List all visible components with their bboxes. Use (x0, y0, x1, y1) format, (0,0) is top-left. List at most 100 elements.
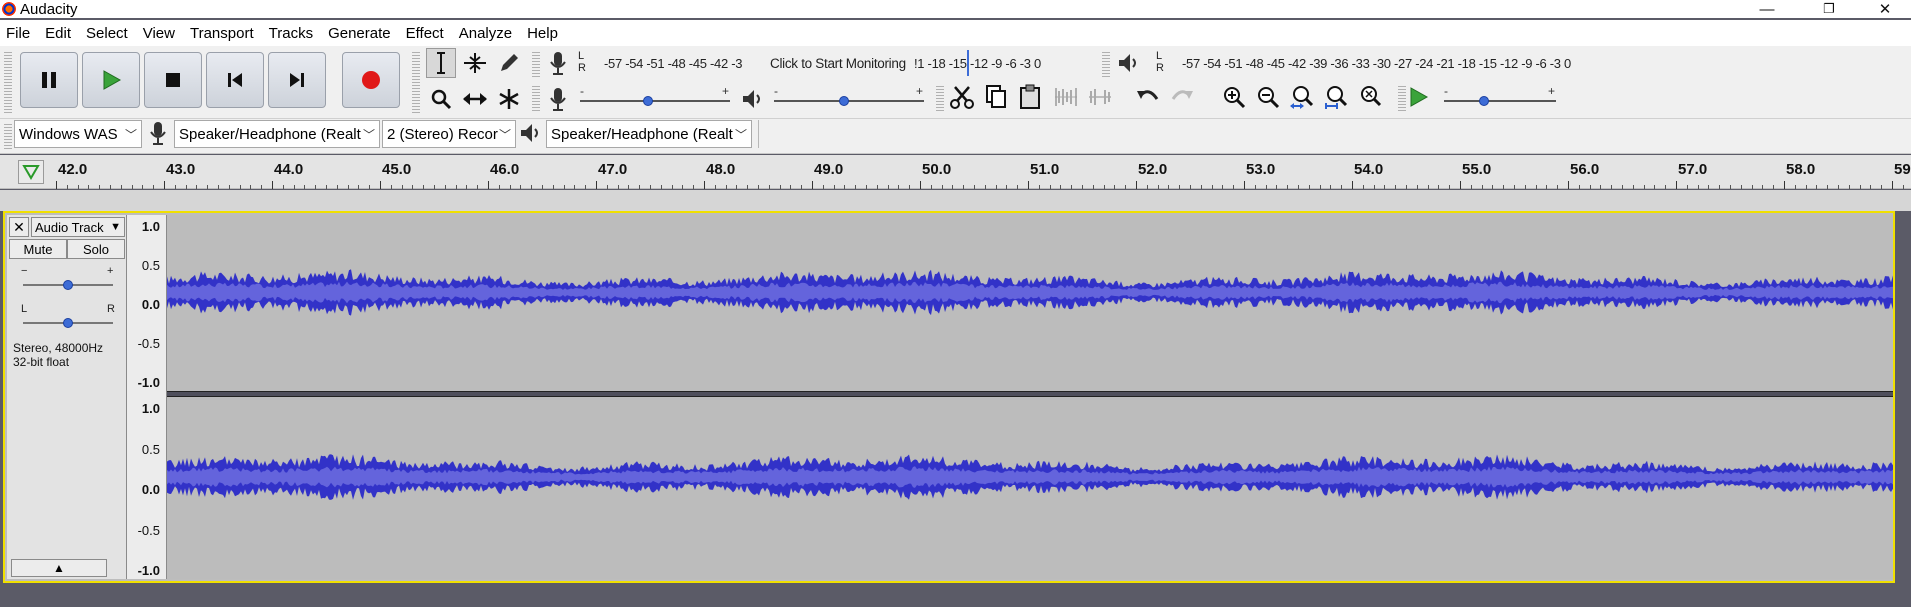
menu-analyze[interactable]: Analyze (459, 25, 512, 42)
timeline-minor-tick (1082, 185, 1083, 189)
mute-button[interactable]: Mute (9, 239, 67, 259)
playback-speed-slider[interactable]: - + (1444, 84, 1556, 112)
waveform-channel-right[interactable] (167, 397, 1893, 579)
waveform-left (167, 269, 1893, 316)
zoom-toggle-button[interactable] (1356, 82, 1384, 112)
recording-volume-thumb[interactable] (643, 96, 653, 106)
selection-tool[interactable] (426, 48, 456, 78)
waveform-area[interactable] (167, 215, 1893, 579)
playback-volume-slider[interactable]: - + (774, 84, 924, 112)
device-toolbar-grip[interactable] (4, 122, 12, 150)
record-button[interactable] (342, 52, 400, 108)
record-meter-button[interactable] (544, 48, 572, 78)
draw-tool[interactable] (494, 48, 524, 78)
menu-tracks[interactable]: Tracks (269, 25, 313, 42)
tools-toolbar-grip[interactable] (412, 50, 420, 114)
zoom-in-button[interactable] (1220, 82, 1248, 112)
timeline-major-tick (380, 181, 381, 189)
copy-button[interactable] (982, 82, 1010, 112)
menu-generate[interactable]: Generate (328, 25, 391, 42)
fit-selection-button[interactable] (1288, 82, 1316, 112)
pan-slider[interactable] (23, 315, 113, 331)
timeline-minor-tick (790, 185, 792, 189)
timeline-minor-tick (574, 185, 576, 189)
timeline-minor-tick (196, 185, 198, 189)
fit-project-button[interactable] (1322, 82, 1350, 112)
amplitude-ruler[interactable]: 1.0 0.5 0.0 -0.5 -1.0 1.0 0.5 0.0 -0.5 -1.0 (127, 215, 167, 579)
menu-help[interactable]: Help (527, 25, 558, 42)
play-at-speed-button[interactable] (1404, 82, 1432, 112)
timeline-minor-tick (1319, 185, 1321, 189)
skip-to-end-button[interactable] (268, 52, 326, 108)
timeline-minor-tick (1470, 185, 1472, 189)
waveform-channel-left[interactable] (167, 215, 1893, 391)
silence-audio-button[interactable] (1086, 82, 1114, 112)
track-close-button[interactable]: ✕ (9, 217, 29, 237)
playback-volume-thumb[interactable] (839, 96, 849, 106)
solo-button[interactable]: Solo (67, 239, 125, 259)
menu-transport[interactable]: Transport (190, 25, 254, 42)
mixer-toolbar-grip[interactable] (532, 84, 540, 112)
envelope-tool[interactable] (460, 48, 490, 78)
playback-speed-thumb[interactable] (1479, 96, 1489, 106)
track-collapse-button[interactable]: ▲ (11, 559, 107, 577)
timeline-minor-tick (995, 185, 997, 189)
timeline-minor-tick (1838, 185, 1839, 189)
restore-button[interactable]: ❐ (1806, 0, 1852, 18)
skip-to-start-icon (228, 73, 242, 87)
recording-device-dropdown[interactable]: Speaker/Headphone (Realt ﹀ (174, 120, 380, 148)
timeline-play-button[interactable] (18, 160, 44, 184)
zoom-tool[interactable] (426, 84, 456, 114)
track-area-top-spacer (0, 190, 1911, 211)
menu-effect[interactable]: Effect (406, 25, 444, 42)
recording-volume-slider[interactable]: - + (580, 84, 730, 112)
track-name-menu[interactable]: Audio Track ▼ (31, 217, 125, 237)
audio-track[interactable]: ✕ Audio Track ▼ Mute Solo − + L R Stereo… (3, 211, 1895, 583)
timeline-minor-tick (585, 185, 587, 189)
zoom-out-button[interactable] (1254, 82, 1282, 112)
redo-button[interactable] (1168, 82, 1196, 112)
timeline-minor-tick (88, 185, 90, 189)
gain-slider[interactable] (23, 277, 113, 293)
timeline-minor-tick (1589, 185, 1591, 189)
timeline-minor-tick (779, 185, 781, 189)
playback-device-dropdown[interactable]: Speaker/Headphone (Realt ﹀ (546, 120, 752, 148)
monitoring-prompt[interactable]: Click to Start Monitoring (770, 56, 906, 71)
playback-meter-scale[interactable]: -57 -54 -51 -48 -45 -42 -39 -36 -33 -30 … (1182, 56, 1571, 71)
minimize-button[interactable]: — (1744, 0, 1790, 18)
record-meter-bar[interactable]: -57 -54 -51 -48 -45 -42 -3 Click to Star… (590, 50, 1096, 76)
gain-slider-thumb[interactable] (63, 280, 73, 290)
recording-channels-dropdown[interactable]: 2 (Stereo) Recor ﹀ (382, 120, 516, 148)
menu-file[interactable]: File (6, 25, 30, 42)
audio-host-dropdown[interactable]: Windows WAS ﹀ (14, 120, 142, 148)
time-shift-tool[interactable] (460, 84, 490, 114)
undo-button[interactable] (1134, 82, 1162, 112)
pencil-icon (501, 54, 518, 71)
playback-meter-grip[interactable] (1102, 50, 1110, 78)
play-button[interactable] (82, 52, 140, 108)
timeline-minor-tick (531, 185, 533, 189)
menu-select[interactable]: Select (86, 25, 128, 42)
timeline-minor-tick (1719, 185, 1721, 189)
playback-meter-button[interactable] (1114, 48, 1142, 78)
multi-tool[interactable] (494, 84, 524, 114)
pause-button[interactable] (20, 52, 78, 108)
skip-to-start-button[interactable] (206, 52, 264, 108)
stop-button[interactable] (144, 52, 202, 108)
paste-icon (1020, 84, 1040, 109)
cut-button[interactable] (948, 82, 976, 112)
timeline-ruler[interactable]: 42.0 43.0 44.0 45.0 46.0 47.0 48.0 49.0 50.0 51.0… (0, 155, 1911, 189)
transport-toolbar-grip[interactable] (4, 50, 12, 114)
record-meter-grip[interactable] (532, 50, 540, 78)
fit-project-icon (1325, 86, 1348, 109)
edit-toolbar-grip[interactable] (936, 84, 944, 112)
timeline-minor-tick (1233, 185, 1235, 189)
trim-audio-button[interactable] (1052, 82, 1080, 112)
timeline-minor-tick (1643, 185, 1645, 189)
close-button[interactable]: ✕ (1862, 0, 1908, 18)
paste-button[interactable] (1016, 82, 1044, 112)
pan-slider-thumb[interactable] (63, 318, 73, 328)
menu-edit[interactable]: Edit (45, 25, 71, 42)
timeline-tick-label: 59.0 (1894, 161, 1911, 178)
menu-view[interactable]: View (143, 25, 175, 42)
